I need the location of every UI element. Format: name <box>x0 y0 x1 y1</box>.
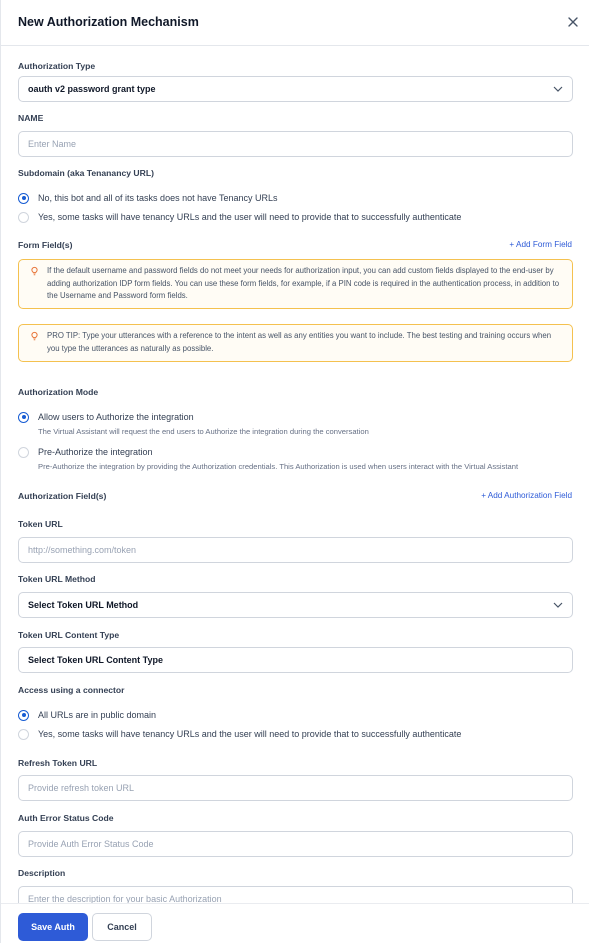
refresh-token-label: Refresh Token URL <box>18 758 98 768</box>
token-url-placeholder: http://something.com/token <box>28 545 137 555</box>
connector-option-yes[interactable]: Yes, some tasks will have tenancy URLs a… <box>18 727 461 741</box>
panel-footer: Save Auth Cancel <box>1 903 589 943</box>
subdomain-option-no-label: No, this bot and all of its tasks does n… <box>38 193 278 203</box>
connector-label: Access using a connector <box>18 685 125 695</box>
token-method-label: Token URL Method <box>18 574 96 584</box>
token-content-type-value: Select Token URL Content Type <box>28 655 164 665</box>
subdomain-label: Subdomain (aka Tenanancy URL) <box>18 168 154 178</box>
form-fields-note-text: If the default username and password fie… <box>47 266 560 300</box>
auth-fields-label: Authorization Field(s) <box>18 491 107 501</box>
pro-tip-note: PRO TIP: Type your utterances with a ref… <box>18 324 573 362</box>
auth-mode-label: Authorization Mode <box>18 387 99 397</box>
token-url-label: Token URL <box>18 519 63 529</box>
lightbulb-icon <box>31 331 38 341</box>
radio-checked[interactable] <box>18 411 29 423</box>
chevron-down-icon <box>553 602 563 608</box>
token-method-select[interactable]: Select Token URL Method <box>18 592 573 618</box>
description-label: Description <box>18 868 66 878</box>
auth-mechanism-panel: New Authorization Mechanism Authorizatio… <box>0 0 589 943</box>
close-icon[interactable] <box>564 13 582 31</box>
auth-error-placeholder: Provide Auth Error Status Code <box>28 839 154 849</box>
pro-tip-text: PRO TIP: Type your utterances with a ref… <box>47 331 552 353</box>
refresh-token-placeholder: Provide refresh token URL <box>28 783 135 793</box>
auth-mode-option-pre-desc: Pre-Authorize the integration by providi… <box>38 462 519 471</box>
radio-unchecked[interactable] <box>18 446 29 458</box>
subdomain-option-yes[interactable]: Yes, some tasks will have tenancy URLs a… <box>18 210 461 224</box>
radio-unchecked[interactable] <box>18 211 29 223</box>
auth-mode-option-pre[interactable]: Pre-Authorize the integration <box>18 445 153 459</box>
auth-type-select[interactable]: oauth v2 password grant type <box>18 76 573 102</box>
name-placeholder: Enter Name <box>28 139 77 149</box>
auth-mode-option-allow[interactable]: Allow users to Authorize the integration <box>18 410 194 424</box>
connector-option-yes-label: Yes, some tasks will have tenancy URLs a… <box>38 729 462 739</box>
auth-type-label: Authorization Type <box>18 61 96 71</box>
form-fields-label: Form Field(s) <box>18 240 73 250</box>
token-content-type-label: Token URL Content Type <box>18 630 120 640</box>
auth-mode-option-pre-label: Pre-Authorize the integration <box>38 447 153 457</box>
token-content-type-select[interactable]: Select Token URL Content Type <box>18 647 573 673</box>
name-label: NAME <box>18 113 44 123</box>
panel-header: New Authorization Mechanism <box>1 0 589 46</box>
radio-unchecked[interactable] <box>18 728 29 740</box>
add-auth-field-link[interactable]: + Add Authorization Field <box>481 491 572 500</box>
radio-checked[interactable] <box>18 709 29 721</box>
auth-type-value: oauth v2 password grant type <box>28 84 156 94</box>
connector-option-public[interactable]: All URLs are in public domain <box>18 708 156 722</box>
save-auth-button[interactable]: Save Auth <box>18 913 88 941</box>
name-input[interactable]: Enter Name <box>18 131 573 157</box>
token-url-input[interactable]: http://something.com/token <box>18 537 573 563</box>
token-method-value: Select Token URL Method <box>28 600 139 610</box>
page-title: New Authorization Mechanism <box>18 15 199 29</box>
auth-error-input[interactable]: Provide Auth Error Status Code <box>18 831 573 857</box>
chevron-down-icon <box>553 86 563 92</box>
subdomain-option-no[interactable]: No, this bot and all of its tasks does n… <box>18 191 277 205</box>
connector-option-public-label: All URLs are in public domain <box>38 710 157 720</box>
refresh-token-input[interactable]: Provide refresh token URL <box>18 775 573 801</box>
auth-mode-option-allow-label: Allow users to Authorize the integration <box>38 412 194 422</box>
auth-error-label: Auth Error Status Code <box>18 813 114 823</box>
subdomain-option-yes-label: Yes, some tasks will have tenancy URLs a… <box>38 212 462 222</box>
radio-checked[interactable] <box>18 192 29 204</box>
auth-mode-option-allow-desc: The Virtual Assistant will request the e… <box>38 427 369 436</box>
lightbulb-icon <box>31 266 38 276</box>
add-form-field-link[interactable]: + Add Form Field <box>509 240 572 249</box>
form-fields-note: If the default username and password fie… <box>18 259 573 309</box>
cancel-button[interactable]: Cancel <box>92 913 152 941</box>
